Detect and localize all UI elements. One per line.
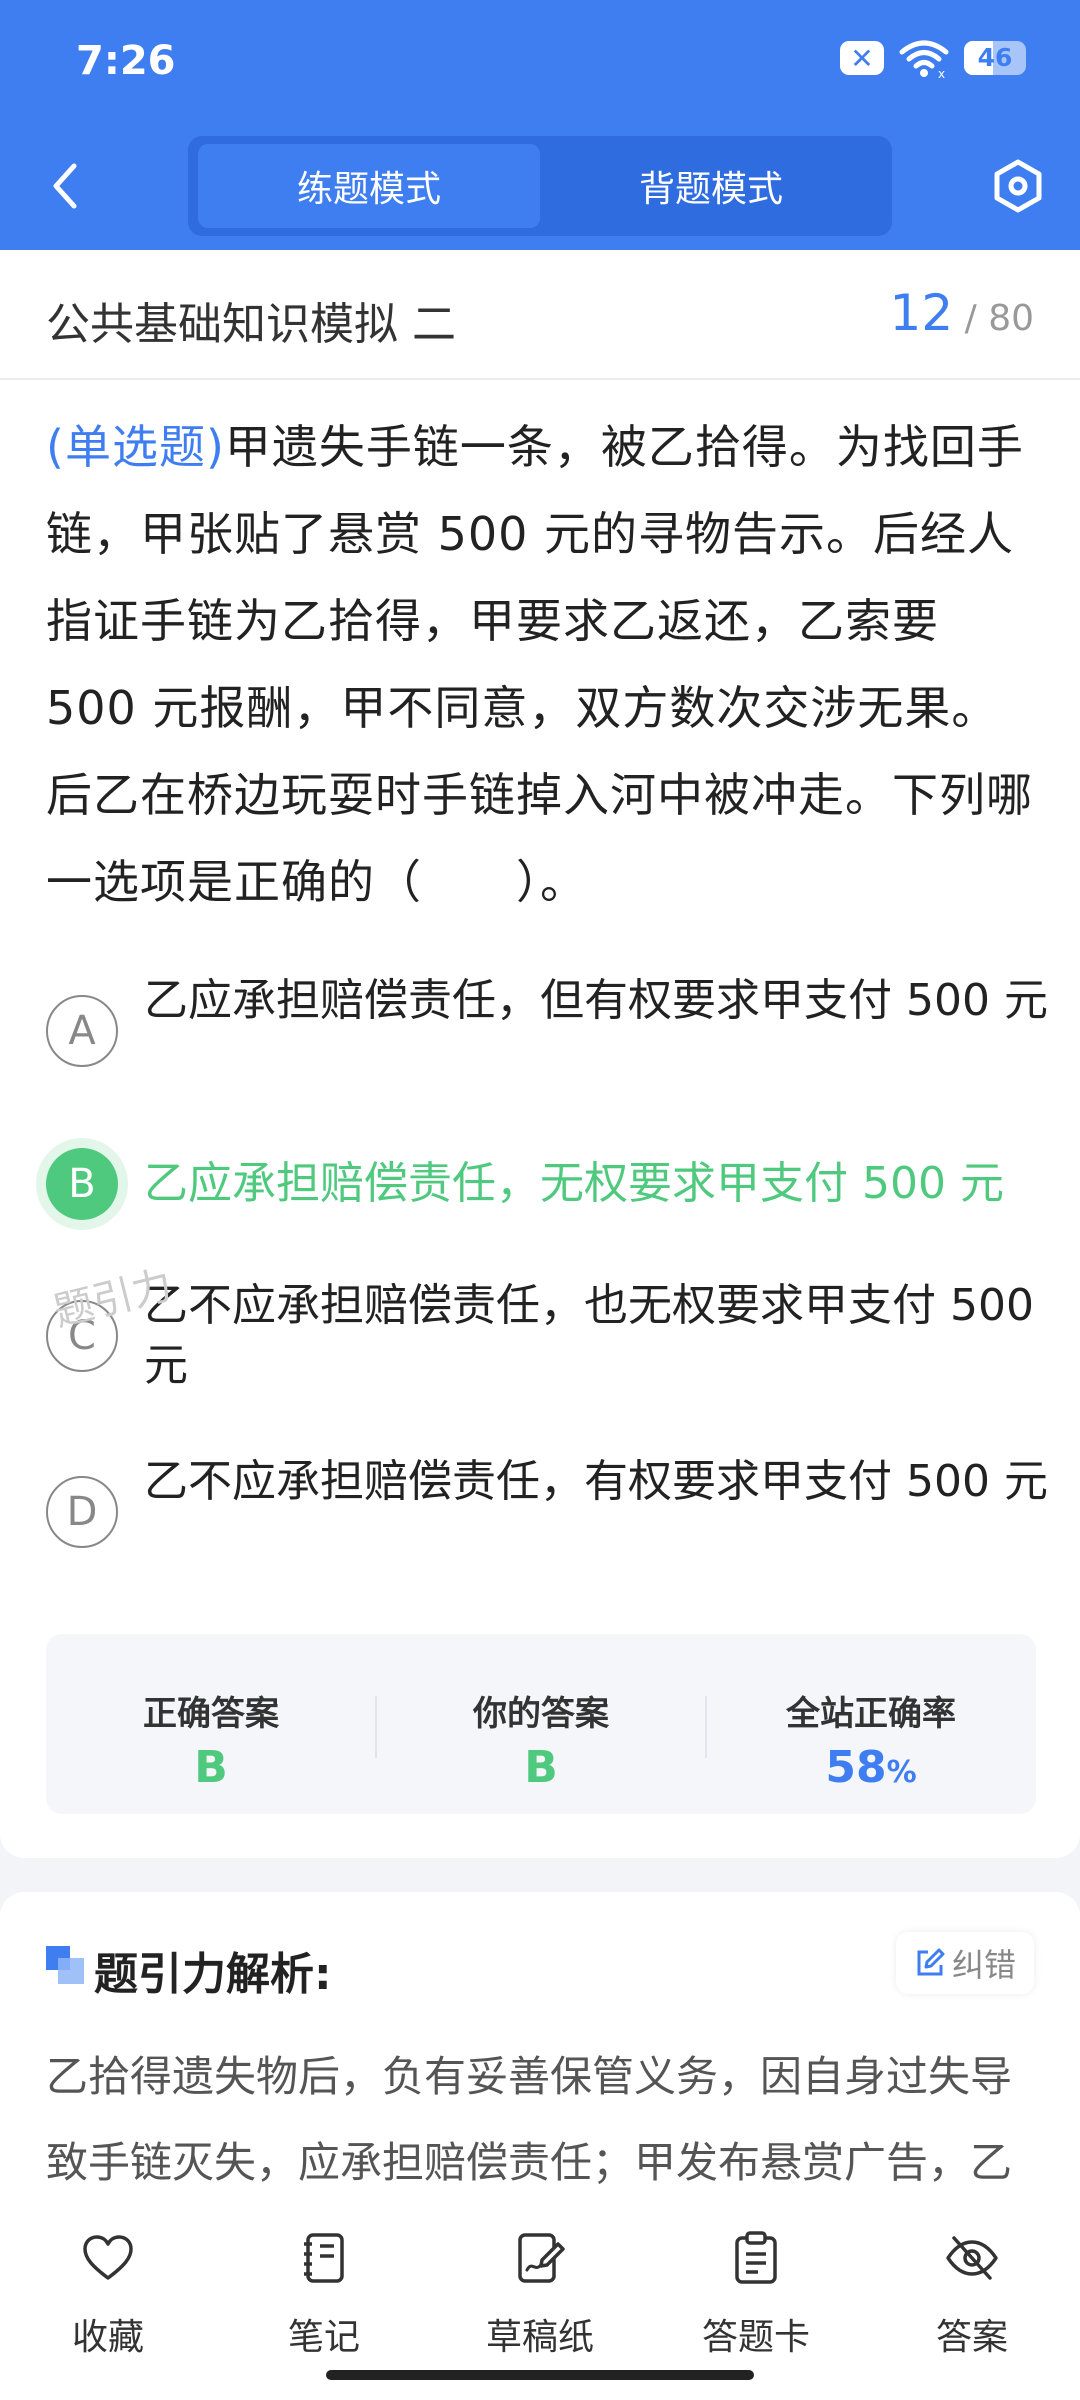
battery-indicator: 46 <box>964 41 1026 75</box>
report-error-button[interactable]: 纠错 <box>896 1932 1034 1994</box>
option-text: 乙应承担赔偿责任，但有权要求甲支付 500 元 <box>144 975 1048 1026</box>
accuracy-number: 58 <box>825 1742 887 1793</box>
correct-answer: 正确答案 B <box>46 1634 376 1814</box>
nav-label: 答题卡 <box>701 2317 810 2358</box>
option-text: 乙应承担赔偿责任，无权要求甲支付 500 元 <box>144 1158 1004 1209</box>
notebook-icon <box>304 2233 344 2283</box>
answer-card-icon <box>735 2231 777 2284</box>
answer-summary: 正确答案 B 你的答案 B 全站正确率 58% <box>46 1634 1036 1814</box>
nav-favorite[interactable]: 收藏 <box>0 2230 216 2360</box>
nav-label: 收藏 <box>71 2317 144 2358</box>
home-indicator[interactable] <box>326 2370 754 2380</box>
correct-answer-value: B <box>194 1742 228 1793</box>
nav-draft-paper[interactable]: 草稿纸 <box>432 2230 648 2360</box>
edit-icon <box>917 1948 945 1976</box>
eye-off-icon <box>946 2236 998 2280</box>
status-icons: ✕ x 46 <box>840 38 1026 78</box>
status-time: 7:26 <box>76 38 176 84</box>
site-accuracy-label: 全站正确率 <box>786 1694 956 1734</box>
site-accuracy-value: 58% <box>706 1742 1036 1793</box>
svg-text:x: x <box>938 67 945 78</box>
notification-x-icon: ✕ <box>840 41 884 75</box>
wifi-icon: x <box>899 40 949 78</box>
divider <box>0 378 1080 380</box>
mode-switch: 练题模式 背题模式 <box>188 136 892 236</box>
analysis-logo-icon <box>46 1946 84 1984</box>
nav-answer[interactable]: 答案 <box>864 2230 1080 2360</box>
nav-notes[interactable]: 笔记 <box>216 2230 432 2360</box>
battery-level: 46 <box>977 43 1013 72</box>
option-text: 乙不应承担赔偿责任，也无权要求甲支付 500 元 <box>144 1280 1034 1391</box>
your-answer-value: B <box>524 1742 558 1793</box>
question-counter: 12 / 80 <box>890 284 1034 342</box>
correct-answer-label: 正确答案 <box>143 1694 279 1734</box>
nav-label: 答案 <box>935 2317 1008 2358</box>
your-answer-label: 你的答案 <box>473 1694 609 1734</box>
option-letter: A <box>46 995 118 1067</box>
tab-memorize-mode[interactable]: 背题模式 <box>540 144 882 228</box>
total-questions: 80 <box>988 298 1034 339</box>
tab-practice-mode[interactable]: 练题模式 <box>198 144 540 228</box>
question-text: (单选题)甲遗失手链一条，被乙拾得。为找回手链，甲张贴了悬赏 500 元的寻物告… <box>46 404 1036 926</box>
settings-hexagon-icon[interactable] <box>988 156 1048 216</box>
report-error-label: 纠错 <box>951 1946 1016 1984</box>
your-answer: 你的答案 B <box>376 1634 706 1814</box>
option-text: 乙不应承担赔偿责任，有权要求甲支付 500 元 <box>144 1456 1048 1507</box>
current-question-number: 12 <box>889 284 954 342</box>
site-accuracy: 全站正确率 58% <box>706 1634 1036 1814</box>
header: 7:26 ✕ x 46 练题模式 背题模式 <box>0 0 1080 250</box>
exam-title: 公共基础知识模拟 二 <box>46 299 456 350</box>
counter-separator: / <box>964 298 977 339</box>
nav-label: 笔记 <box>287 2317 360 2358</box>
analysis-text: 乙拾得遗失物后，负有妥善保管义务，因自身过失导致手链灭失，应承担赔偿责任；甲发布… <box>46 2052 1013 2187</box>
question-body: 甲遗失手链一条，被乙拾得。为找回手链，甲张贴了悬赏 500 元的寻物告示。后经人… <box>46 420 1033 909</box>
heart-icon <box>83 2235 133 2280</box>
option-letter: B <box>46 1148 118 1220</box>
draft-paper-icon <box>518 2233 565 2283</box>
question-type: (单选题) <box>46 420 225 474</box>
accuracy-unit: % <box>886 1755 917 1790</box>
analysis-title: 题引力解析: <box>94 1949 332 2000</box>
option-letter: D <box>46 1476 118 1548</box>
nav-label: 草稿纸 <box>485 2317 594 2358</box>
back-button[interactable] <box>40 156 90 216</box>
nav-answer-card[interactable]: 答题卡 <box>648 2230 864 2360</box>
